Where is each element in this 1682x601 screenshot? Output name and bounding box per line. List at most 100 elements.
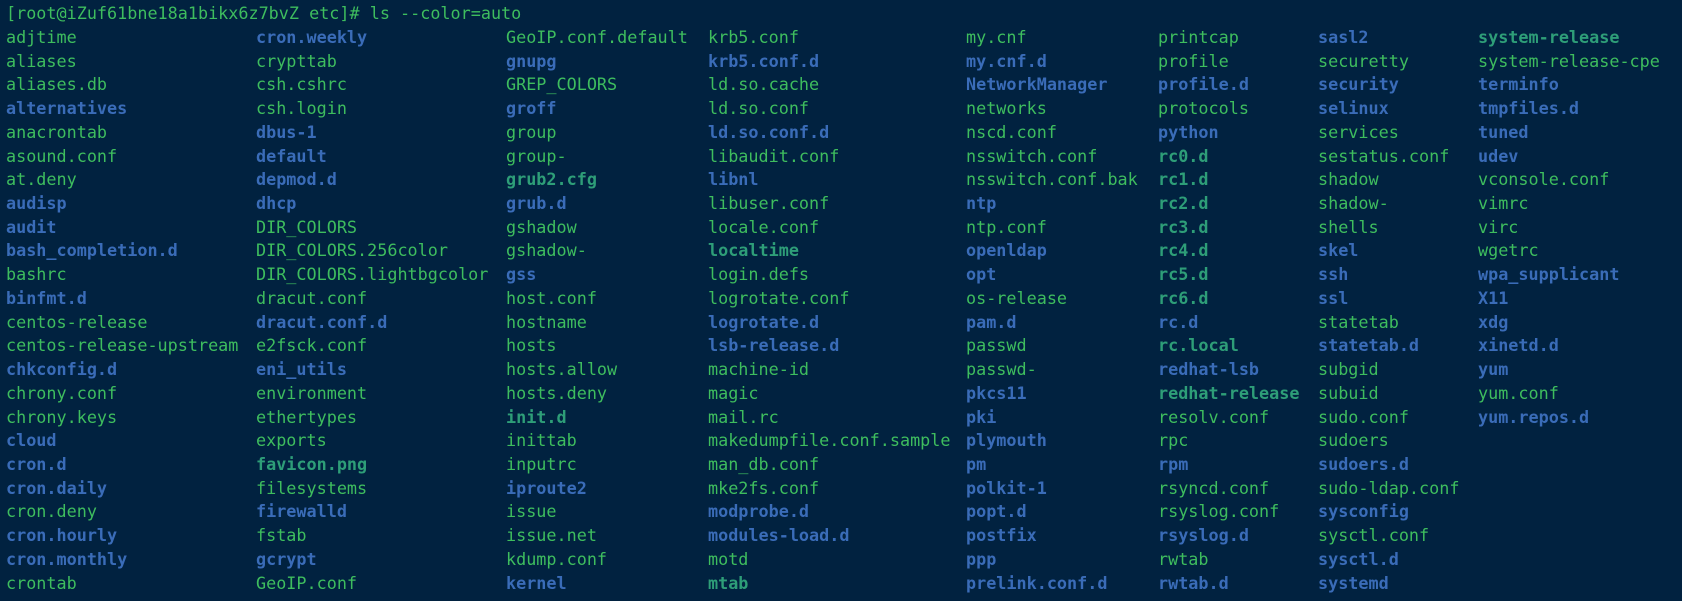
- terminal-window[interactable]: [root@iZuf61bne18a1bikx6z7bvZ etc]# ls -…: [0, 0, 1682, 601]
- file-entry: profile: [1158, 50, 1229, 71]
- file-entry: login.defs: [708, 264, 810, 285]
- file-entry: DIR_COLORS.256color: [256, 240, 448, 261]
- file-entry: inputrc: [506, 453, 577, 474]
- file-entry: system-release-cpe: [1478, 50, 1660, 71]
- file-entry: rpc: [1158, 430, 1189, 451]
- symlink-entry: mtab: [708, 572, 749, 593]
- directory-entry: rwtab.d: [1158, 572, 1229, 593]
- directory-entry: modprobe.d: [708, 501, 810, 522]
- file-entry: gshadow-: [506, 240, 587, 261]
- directory-entry: skel: [1318, 240, 1359, 261]
- file-entry: crontab: [6, 572, 77, 593]
- file-entry: issue: [506, 501, 557, 522]
- directory-entry: rsyslog.d: [1158, 525, 1249, 546]
- file-entry: csh.login: [256, 98, 347, 119]
- directory-entry: pki: [966, 406, 997, 427]
- directory-entry: sysctl.d: [1318, 548, 1399, 569]
- symlink-entry: rc3.d: [1158, 216, 1209, 237]
- file-entry: bashrc: [6, 264, 67, 285]
- file-entry: chrony.keys: [6, 406, 118, 427]
- file-entry: sudo.conf: [1318, 406, 1409, 427]
- directory-entry: gnupg: [506, 50, 557, 71]
- symlink-entry: favicon.png: [256, 453, 368, 474]
- file-entry: cron.deny: [6, 501, 97, 522]
- file-entry: asound.conf: [6, 145, 118, 166]
- file-entry: fstab: [256, 525, 307, 546]
- directory-entry: opt: [966, 264, 997, 285]
- directory-entry: rpm: [1158, 453, 1189, 474]
- directory-entry: cron.weekly: [256, 27, 368, 47]
- file-entry: inittab: [506, 430, 577, 451]
- file-entry: sudoers: [1318, 430, 1389, 451]
- file-entry: passwd-: [966, 359, 1037, 380]
- file-entry: group: [506, 121, 557, 142]
- symlink-entry: rc0.d: [1158, 145, 1209, 166]
- file-entry: krb5.conf: [708, 27, 799, 47]
- directory-entry: NetworkManager: [966, 74, 1108, 95]
- file-entry: centos-release: [6, 311, 148, 332]
- file-entry: rsyslog.conf: [1158, 501, 1280, 522]
- directory-entry: bash_completion.d: [6, 240, 178, 261]
- directory-entry: xdg: [1478, 311, 1509, 332]
- file-entry: nscd.conf: [966, 121, 1057, 142]
- symlink-entry: system-release: [1478, 27, 1620, 47]
- directory-entry: groff: [506, 98, 557, 119]
- file-entry: csh.cshrc: [256, 74, 347, 95]
- file-entry: libaudit.conf: [708, 145, 840, 166]
- directory-entry: firewalld: [256, 501, 347, 522]
- symlink-entry: rc2.d: [1158, 193, 1209, 214]
- directory-entry: udev: [1478, 145, 1519, 166]
- symlink-entry: rc5.d: [1158, 264, 1209, 285]
- directory-entry: security: [1318, 74, 1399, 95]
- file-entry: vimrc: [1478, 193, 1529, 214]
- file-entry: wgetrc: [1478, 240, 1539, 261]
- file-entry: shadow: [1318, 169, 1379, 190]
- directory-entry: pkcs11: [966, 382, 1027, 403]
- directory-entry: my.cnf.d: [966, 50, 1047, 71]
- file-entry: e2fsck.conf: [256, 335, 368, 356]
- symlink-entry: rc.local: [1158, 335, 1239, 356]
- directory-entry: gcrypt: [256, 548, 317, 569]
- directory-entry: terminfo: [1478, 74, 1559, 95]
- directory-entry: profile.d: [1158, 74, 1249, 95]
- directory-entry: X11: [1478, 287, 1509, 308]
- file-entry: hosts.allow: [506, 359, 618, 380]
- directory-entry: prelink.conf.d: [966, 572, 1108, 593]
- file-entry: dracut.conf: [256, 287, 368, 308]
- directory-entry: tmpfiles.d: [1478, 98, 1580, 119]
- directory-entry: ssh: [1318, 264, 1349, 285]
- directory-entry: python: [1158, 121, 1219, 142]
- file-entry: logrotate.conf: [708, 287, 850, 308]
- symlink-entry: rc6.d: [1158, 287, 1209, 308]
- directory-entry: sysconfig: [1318, 501, 1409, 522]
- directory-entry: dracut.conf.d: [256, 311, 388, 332]
- file-entry: crypttab: [256, 50, 337, 71]
- directory-entry: krb5.conf.d: [708, 50, 820, 71]
- directory-entry: tuned: [1478, 121, 1529, 142]
- directory-entry: kernel: [506, 572, 567, 593]
- directory-entry: cron.monthly: [6, 548, 128, 569]
- file-entry: mail.rc: [708, 406, 779, 427]
- file-entry: statetab: [1318, 311, 1399, 332]
- directory-entry: lsb-release.d: [708, 335, 840, 356]
- file-entry: printcap: [1158, 27, 1239, 47]
- directory-entry: wpa_supplicant: [1478, 264, 1620, 285]
- file-entry: aliases.db: [6, 74, 108, 95]
- directory-entry: cron.d: [6, 453, 67, 474]
- directory-entry: gss: [506, 264, 537, 285]
- file-entry: filesystems: [256, 477, 368, 498]
- file-entry: virc: [1478, 216, 1519, 237]
- directory-entry: pm: [966, 453, 987, 474]
- symlink-entry: rc1.d: [1158, 169, 1209, 190]
- file-entry: group-: [506, 145, 567, 166]
- file-entry: ld.so.cache: [708, 74, 820, 95]
- symlink-entry: init.d: [506, 406, 567, 427]
- directory-entry: grub.d: [506, 193, 567, 214]
- directory-entry: audit: [6, 216, 57, 237]
- file-entry: host.conf: [506, 287, 597, 308]
- directory-entry: rc.d: [1158, 311, 1199, 332]
- directory-entry: dbus-1: [256, 121, 317, 142]
- file-entry: ld.so.conf: [708, 98, 810, 119]
- file-entry: nsswitch.conf.bak: [966, 169, 1138, 190]
- directory-entry: alternatives: [6, 98, 128, 119]
